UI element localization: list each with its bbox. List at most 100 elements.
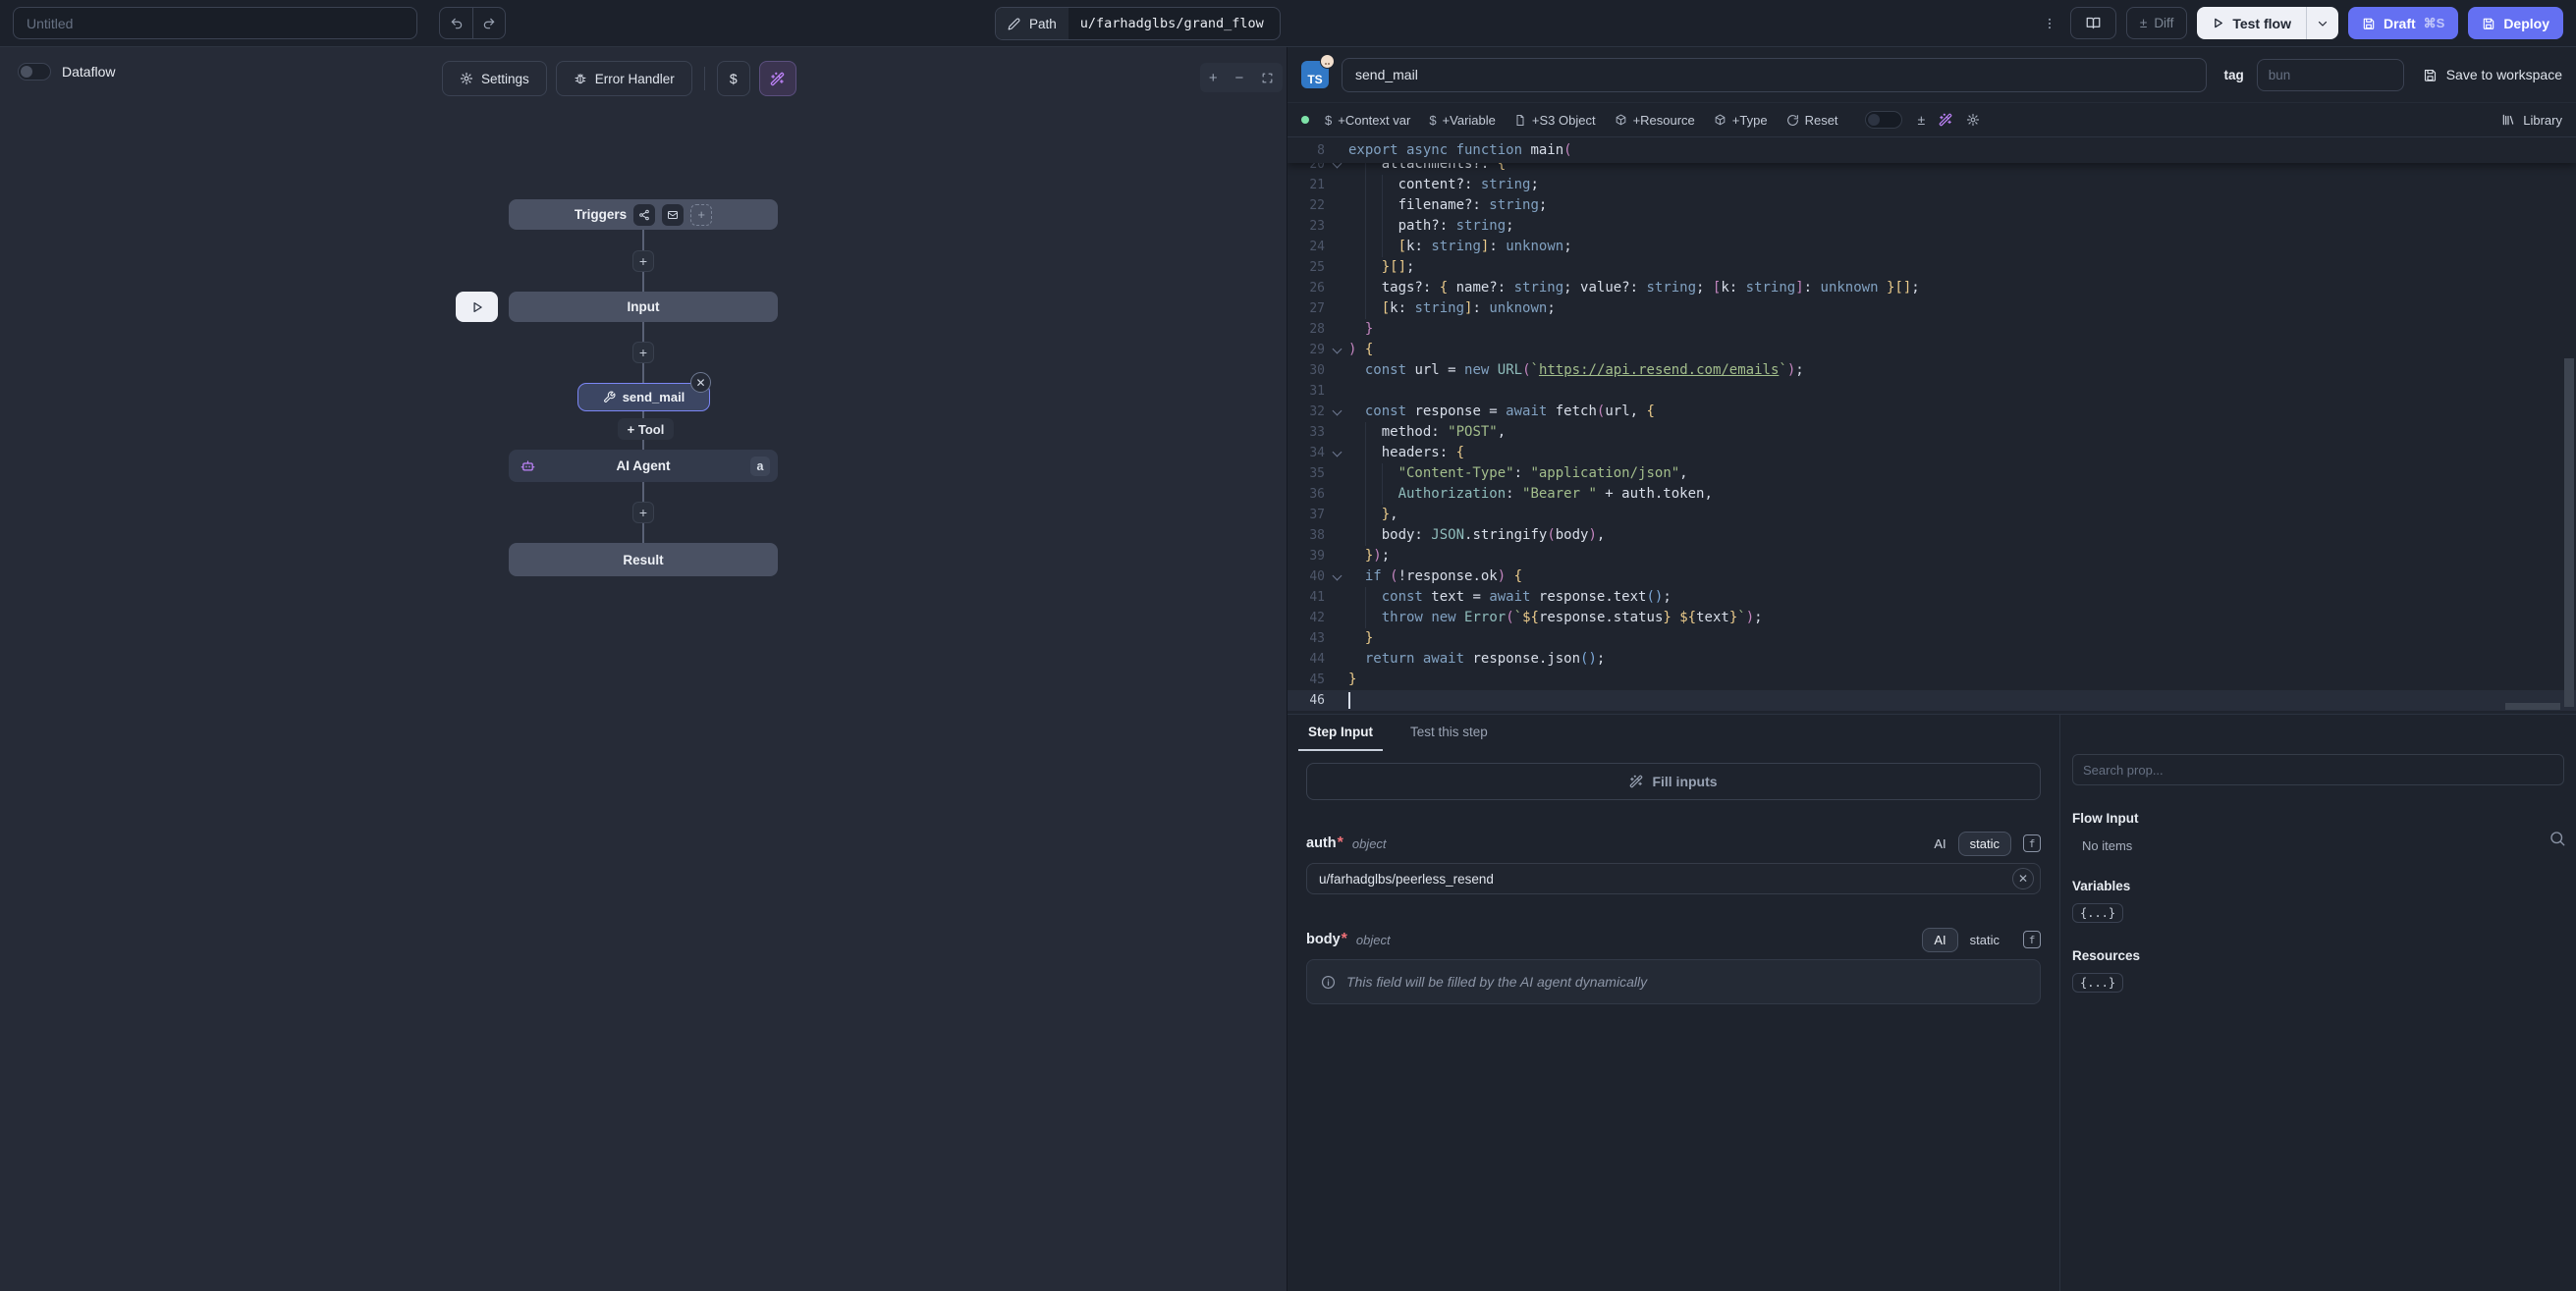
- settings-button[interactable]: Settings: [442, 61, 547, 96]
- code-line[interactable]: 40 if (!response.ok) {: [1288, 566, 2576, 587]
- code-line[interactable]: 28 }: [1288, 319, 2576, 340]
- variables-object-chip[interactable]: {...}: [2072, 903, 2123, 923]
- diff-button[interactable]: ± Diff: [2126, 7, 2187, 39]
- code-line[interactable]: 22 filename?: string;: [1288, 195, 2576, 216]
- diff-mode-button[interactable]: ±: [1918, 112, 1926, 128]
- test-flow-button[interactable]: Test flow: [2197, 7, 2306, 39]
- node-send-mail[interactable]: send_mail: [577, 383, 710, 411]
- more-menu-button[interactable]: [2039, 16, 2060, 31]
- code-line[interactable]: 32 const response = await fetch(url, {: [1288, 402, 2576, 422]
- prop-search-input[interactable]: [2072, 754, 2564, 785]
- dataflow-toggle[interactable]: [18, 63, 51, 81]
- add-step-button-3[interactable]: +: [632, 502, 654, 523]
- code-line[interactable]: 41 const text = await response.text();: [1288, 587, 2576, 608]
- expression-mode-button[interactable]: f: [2023, 931, 2041, 948]
- add-type-label: +Type: [1732, 113, 1768, 128]
- zoom-in-button[interactable]: +: [1209, 70, 1218, 86]
- add-variable-button[interactable]: $ +Variable: [1429, 113, 1496, 128]
- wrench-icon: [603, 391, 616, 403]
- undo-button[interactable]: [440, 8, 472, 38]
- code-lines[interactable]: 20 attachments?: {21 content?: string;22…: [1288, 154, 2576, 711]
- code-line[interactable]: 29) {: [1288, 340, 2576, 360]
- error-handler-button[interactable]: Error Handler: [556, 61, 692, 96]
- add-type-button[interactable]: +Type: [1714, 113, 1768, 128]
- code-line[interactable]: 34 headers: {: [1288, 443, 2576, 463]
- code-line[interactable]: 39 });: [1288, 546, 2576, 566]
- search-icon[interactable]: [2549, 830, 2566, 847]
- node-triggers[interactable]: Triggers +: [509, 199, 778, 230]
- mode-static-button[interactable]: static: [1958, 832, 2011, 856]
- mode-static-button[interactable]: static: [1958, 928, 2011, 952]
- save-to-workspace-button[interactable]: Save to workspace: [2423, 67, 2562, 82]
- code-editor[interactable]: 20 attachments?: {21 content?: string;22…: [1288, 137, 2576, 714]
- code-line[interactable]: 35 "Content-Type": "application/json",: [1288, 463, 2576, 484]
- sticky-scope-line[interactable]: 8export async function main(: [1288, 137, 2576, 163]
- docs-button[interactable]: [2070, 7, 2116, 39]
- remove-tool-button[interactable]: ✕: [690, 372, 711, 393]
- node-input[interactable]: Input: [509, 292, 778, 322]
- lang-badge-label: TS: [1307, 73, 1322, 86]
- resources-object-chip[interactable]: {...}: [2072, 973, 2123, 993]
- code-line[interactable]: 33 method: "POST",: [1288, 422, 2576, 443]
- code-line[interactable]: 43 }: [1288, 628, 2576, 649]
- flow-canvas[interactable]: Dataflow Settings Error Handler $ +: [0, 47, 1288, 1291]
- add-s3-object-button[interactable]: +S3 Object: [1514, 113, 1596, 128]
- add-step-button-2[interactable]: +: [632, 342, 654, 363]
- mode-ai-button[interactable]: AI: [1922, 832, 1957, 856]
- code-line[interactable]: 26 tags?: { name?: string; value?: strin…: [1288, 278, 2576, 298]
- code-line[interactable]: 38 body: JSON.stringify(body),: [1288, 525, 2576, 546]
- assistant-toggle[interactable]: [1865, 111, 1902, 129]
- code-line[interactable]: 23 path?: string;: [1288, 216, 2576, 237]
- editor-horizontal-scrollbar[interactable]: [2505, 703, 2560, 710]
- code-line[interactable]: 27 [k: string]: unknown;: [1288, 298, 2576, 319]
- email-trigger-button[interactable]: [662, 204, 684, 226]
- fit-view-button[interactable]: [1261, 72, 1274, 84]
- node-ai-agent[interactable]: AI Agent a: [509, 450, 778, 482]
- code-line[interactable]: 37 },: [1288, 505, 2576, 525]
- editor-vertical-scrollbar[interactable]: [2564, 358, 2574, 707]
- code-line[interactable]: 42 throw new Error(`${response.status} $…: [1288, 608, 2576, 628]
- ai-wand-button[interactable]: [1939, 113, 1952, 127]
- flow-path-chip[interactable]: Path u/farhadglbs/grand_flow: [995, 7, 1281, 40]
- code-line[interactable]: 8export async function main(: [1288, 140, 2576, 161]
- step-name-input[interactable]: [1342, 58, 2207, 92]
- run-input-button[interactable]: [456, 292, 498, 322]
- mode-ai-button[interactable]: AI: [1922, 928, 1957, 952]
- code-line[interactable]: 21 content?: string;: [1288, 175, 2576, 195]
- expression-button[interactable]: $: [717, 61, 750, 96]
- flow-title-input[interactable]: [13, 7, 417, 39]
- tag-input[interactable]: [2257, 59, 2404, 91]
- node-result[interactable]: Result: [509, 543, 778, 576]
- tab-test-this-step[interactable]: Test this step: [1400, 715, 1498, 751]
- fill-inputs-button[interactable]: Fill inputs: [1306, 763, 2041, 800]
- clear-value-button[interactable]: ✕: [2012, 868, 2034, 889]
- reset-button[interactable]: Reset: [1786, 113, 1838, 128]
- code-line[interactable]: 25 }[];: [1288, 257, 2576, 278]
- auth-value-input[interactable]: [1319, 872, 2012, 887]
- add-resource-button[interactable]: +Resource: [1615, 113, 1695, 128]
- expression-mode-button[interactable]: f: [2023, 834, 2041, 852]
- zoom-out-button[interactable]: −: [1234, 70, 1243, 86]
- bun-runtime-icon: [1320, 54, 1335, 69]
- test-flow-dropdown-button[interactable]: [2307, 7, 2338, 39]
- ai-wand-button[interactable]: [759, 61, 796, 96]
- code-line[interactable]: 31: [1288, 381, 2576, 402]
- code-line[interactable]: 36 Authorization: "Bearer " + auth.token…: [1288, 484, 2576, 505]
- add-step-button-1[interactable]: +: [632, 250, 654, 272]
- add-trigger-button[interactable]: +: [690, 204, 712, 226]
- add-tool-button[interactable]: + Tool: [618, 418, 674, 440]
- add-context-var-button[interactable]: $ +Context var: [1325, 113, 1410, 128]
- code-line[interactable]: 24 [k: string]: unknown;: [1288, 237, 2576, 257]
- draft-button[interactable]: Draft ⌘S: [2348, 7, 2458, 39]
- code-line[interactable]: 46: [1288, 690, 2576, 711]
- tab-step-input[interactable]: Step Input: [1298, 715, 1383, 751]
- code-line[interactable]: 45}: [1288, 670, 2576, 690]
- redo-button[interactable]: [472, 8, 505, 38]
- editor-settings-button[interactable]: [1966, 113, 1980, 127]
- deploy-button[interactable]: Deploy: [2468, 7, 2563, 39]
- code-line[interactable]: 44 return await response.json();: [1288, 649, 2576, 670]
- triggers-label: Triggers: [575, 207, 627, 222]
- code-line[interactable]: 30 const url = new URL(`https://api.rese…: [1288, 360, 2576, 381]
- library-button[interactable]: Library: [2501, 113, 2562, 128]
- webhook-trigger-button[interactable]: [633, 204, 655, 226]
